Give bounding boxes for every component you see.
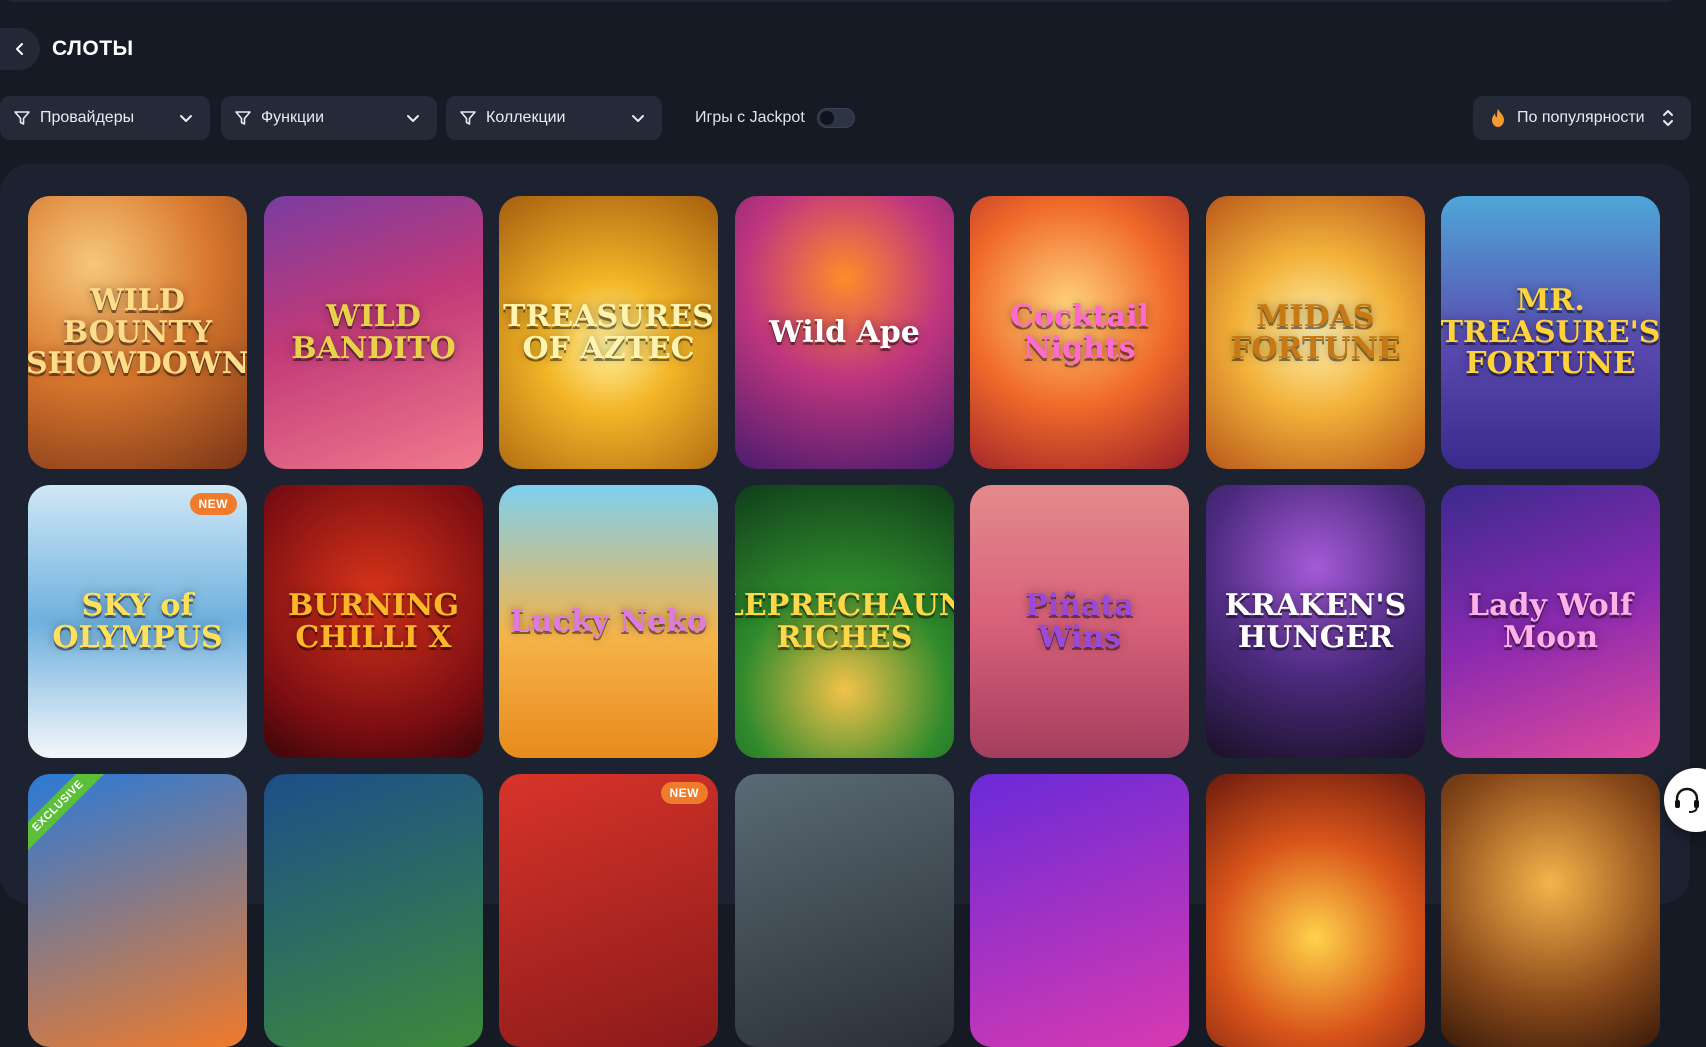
game-tile[interactable] xyxy=(970,774,1189,1047)
up-down-icon xyxy=(1663,110,1673,126)
sort-label: По популярности xyxy=(1517,109,1645,126)
game-tile[interactable]: Lucky Neko xyxy=(499,485,718,758)
chevron-down-icon xyxy=(180,115,192,122)
chevron-down-icon xyxy=(407,115,419,122)
chevron-down-icon xyxy=(632,115,644,122)
game-title: MR. TREASURE'S FORTUNE xyxy=(1441,283,1660,382)
game-tile[interactable]: NEW xyxy=(499,774,718,1047)
game-title: TREASURES OF AZTEC xyxy=(503,299,714,366)
game-tile[interactable]: Piñata Wins xyxy=(970,485,1189,758)
game-title: Piñata Wins xyxy=(1025,588,1134,655)
providers-filter-dropdown[interactable]: Провайдеры xyxy=(0,96,210,140)
exclusive-ribbon: EXCLUSIVE xyxy=(28,774,108,856)
game-tile[interactable] xyxy=(735,774,954,1047)
filter-bar: Провайдеры Функции Коллекции Игры с Jack… xyxy=(0,96,1706,140)
game-tile[interactable]: EXCLUSIVE xyxy=(28,774,247,1047)
game-title: MIDAS FORTUNE xyxy=(1230,299,1401,366)
game-title: SKY of OLYMPUS xyxy=(52,588,223,655)
page-title: СЛОТЫ xyxy=(52,37,134,60)
game-tile[interactable]: LEPRECHAUN RICHES xyxy=(735,485,954,758)
sort-dropdown[interactable]: По популярности xyxy=(1473,96,1691,140)
back-button[interactable] xyxy=(0,28,40,70)
toggle-knob xyxy=(819,111,834,125)
providers-filter-label: Провайдеры xyxy=(40,109,135,126)
game-tile[interactable]: MR. TREASURE'S FORTUNE xyxy=(1441,196,1660,469)
game-tile[interactable]: Cocktail Nights xyxy=(970,196,1189,469)
collections-filter-dropdown[interactable]: Коллекции xyxy=(446,96,662,140)
game-title: Lucky Neko xyxy=(509,603,708,639)
funnel-icon xyxy=(460,111,476,125)
jackpot-toggle[interactable] xyxy=(816,108,855,128)
collections-filter-label: Коллекции xyxy=(486,109,566,126)
game-tile[interactable]: Wild Ape xyxy=(735,196,954,469)
game-title: Lady Wolf Moon xyxy=(1468,588,1633,655)
game-tile[interactable]: WILD BOUNTY SHOWDOWN xyxy=(28,196,247,469)
game-tile[interactable]: TREASURES OF AZTEC xyxy=(499,196,718,469)
game-title: Wild Ape xyxy=(769,314,920,350)
game-tile[interactable] xyxy=(1441,774,1660,1047)
funnel-icon xyxy=(235,111,251,125)
game-tile[interactable]: KRAKEN'S HUNGER xyxy=(1206,485,1425,758)
functions-filter-label: Функции xyxy=(261,109,325,126)
chevron-left-icon xyxy=(16,43,23,55)
top-navigation-bar xyxy=(0,0,1680,2)
fire-icon xyxy=(1492,109,1504,127)
game-title: KRAKEN'S HUNGER xyxy=(1224,588,1407,655)
game-tile[interactable]: Lady Wolf Moon xyxy=(1441,485,1660,758)
game-tile[interactable]: SKY of OLYMPUS NEW xyxy=(28,485,247,758)
game-title: WILD BANDITO xyxy=(291,299,456,366)
jackpot-filter: Игры с Jackpot xyxy=(695,96,855,140)
headset-icon xyxy=(1675,787,1699,813)
game-title: LEPRECHAUN RICHES xyxy=(735,588,954,655)
game-title: Cocktail Nights xyxy=(1009,299,1150,366)
game-title: WILD BOUNTY SHOWDOWN xyxy=(28,283,247,382)
jackpot-toggle-label: Игры с Jackpot xyxy=(695,109,805,126)
funnel-icon xyxy=(14,111,30,125)
game-tile[interactable] xyxy=(264,774,483,1047)
game-tile[interactable]: BURNING CHILLI X xyxy=(264,485,483,758)
game-tile[interactable]: MIDAS FORTUNE xyxy=(1206,196,1425,469)
game-tile[interactable]: WILD BANDITO xyxy=(264,196,483,469)
new-badge: NEW xyxy=(189,493,237,515)
new-badge: NEW xyxy=(660,782,708,804)
game-tile[interactable] xyxy=(1206,774,1425,1047)
game-title: BURNING CHILLI X xyxy=(288,588,459,655)
functions-filter-dropdown[interactable]: Функции xyxy=(221,96,437,140)
